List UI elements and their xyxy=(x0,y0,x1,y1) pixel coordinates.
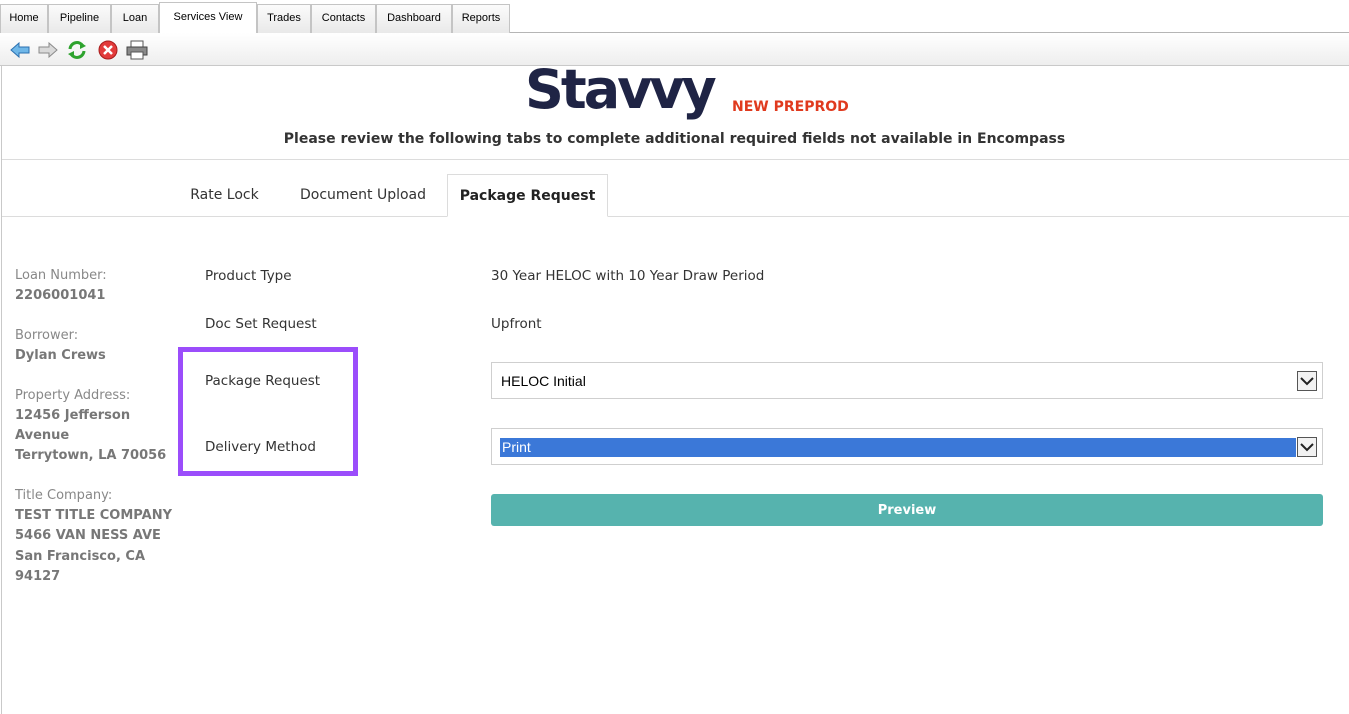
borrower-label: Borrower: xyxy=(15,328,79,343)
property-address-line3: Terrytown, LA 70056 xyxy=(15,448,167,463)
page-subtitle: Please review the following tabs to comp… xyxy=(283,131,1066,147)
package-request-label: Package Request xyxy=(205,373,321,389)
app-tab-home[interactable]: Home xyxy=(0,4,48,33)
delivery-method-select[interactable]: Print xyxy=(491,428,1323,465)
stop-icon[interactable] xyxy=(97,40,119,60)
property-address-line2: Avenue xyxy=(15,428,70,443)
preview-button[interactable]: Preview xyxy=(491,494,1323,526)
title-company-line4: 94127 xyxy=(15,569,61,584)
app-tab-trades[interactable]: Trades xyxy=(257,4,311,33)
delivery-method-selected: Print xyxy=(502,438,531,455)
package-request-select[interactable]: HELOC Initial xyxy=(491,362,1323,399)
property-address-label: Property Address: xyxy=(15,388,131,403)
app-tab-pipeline[interactable]: Pipeline xyxy=(48,4,111,33)
app-tab-dashboard[interactable]: Dashboard xyxy=(376,4,452,33)
package-request-selected: HELOC Initial xyxy=(501,372,586,389)
selected-highlight xyxy=(500,438,1296,457)
loan-number-value: 2206001041 xyxy=(15,288,106,303)
delivery-method-label: Delivery Method xyxy=(205,439,316,455)
title-company-line3: San Francisco, CA xyxy=(15,549,146,564)
app-tab-loan[interactable]: Loan xyxy=(111,4,159,33)
tab-rate-lock[interactable]: Rate Lock xyxy=(176,174,273,217)
doc-set-request-value: Upfront xyxy=(491,316,542,332)
environment-label: NEW PREPROD xyxy=(732,99,849,115)
tab-package-request[interactable]: Package Request xyxy=(447,174,608,217)
chevron-down-icon[interactable] xyxy=(1297,371,1317,391)
title-company-line1: TEST TITLE COMPANY xyxy=(15,508,172,523)
highlight-box xyxy=(178,347,358,476)
app-tab-bar: Home Pipeline Loan Services View Trades … xyxy=(0,0,1349,34)
back-arrow-icon[interactable] xyxy=(9,40,31,60)
print-icon[interactable] xyxy=(126,40,148,60)
property-address-line1: 12456 Jefferson xyxy=(15,408,131,423)
tab-document-upload[interactable]: Document Upload xyxy=(286,174,440,217)
doc-set-request-label: Doc Set Request xyxy=(205,316,317,332)
app-tab-reports[interactable]: Reports xyxy=(452,4,510,33)
stavvy-logo: Stavvy xyxy=(525,58,717,121)
app-tab-contacts[interactable]: Contacts xyxy=(311,4,376,33)
product-type-label: Product Type xyxy=(205,268,292,284)
forward-arrow-icon[interactable] xyxy=(37,40,59,60)
refresh-icon[interactable] xyxy=(66,40,88,60)
divider xyxy=(2,159,1349,160)
title-company-line2: 5466 VAN NESS AVE xyxy=(15,528,161,543)
chevron-down-icon[interactable] xyxy=(1297,437,1317,457)
borrower-value: Dylan Crews xyxy=(15,348,106,363)
title-company-label: Title Company: xyxy=(15,488,113,503)
app-tab-services-view[interactable]: Services View xyxy=(159,2,257,34)
product-type-value: 30 Year HELOC with 10 Year Draw Period xyxy=(491,268,765,284)
loan-number-label: Loan Number: xyxy=(15,268,107,283)
